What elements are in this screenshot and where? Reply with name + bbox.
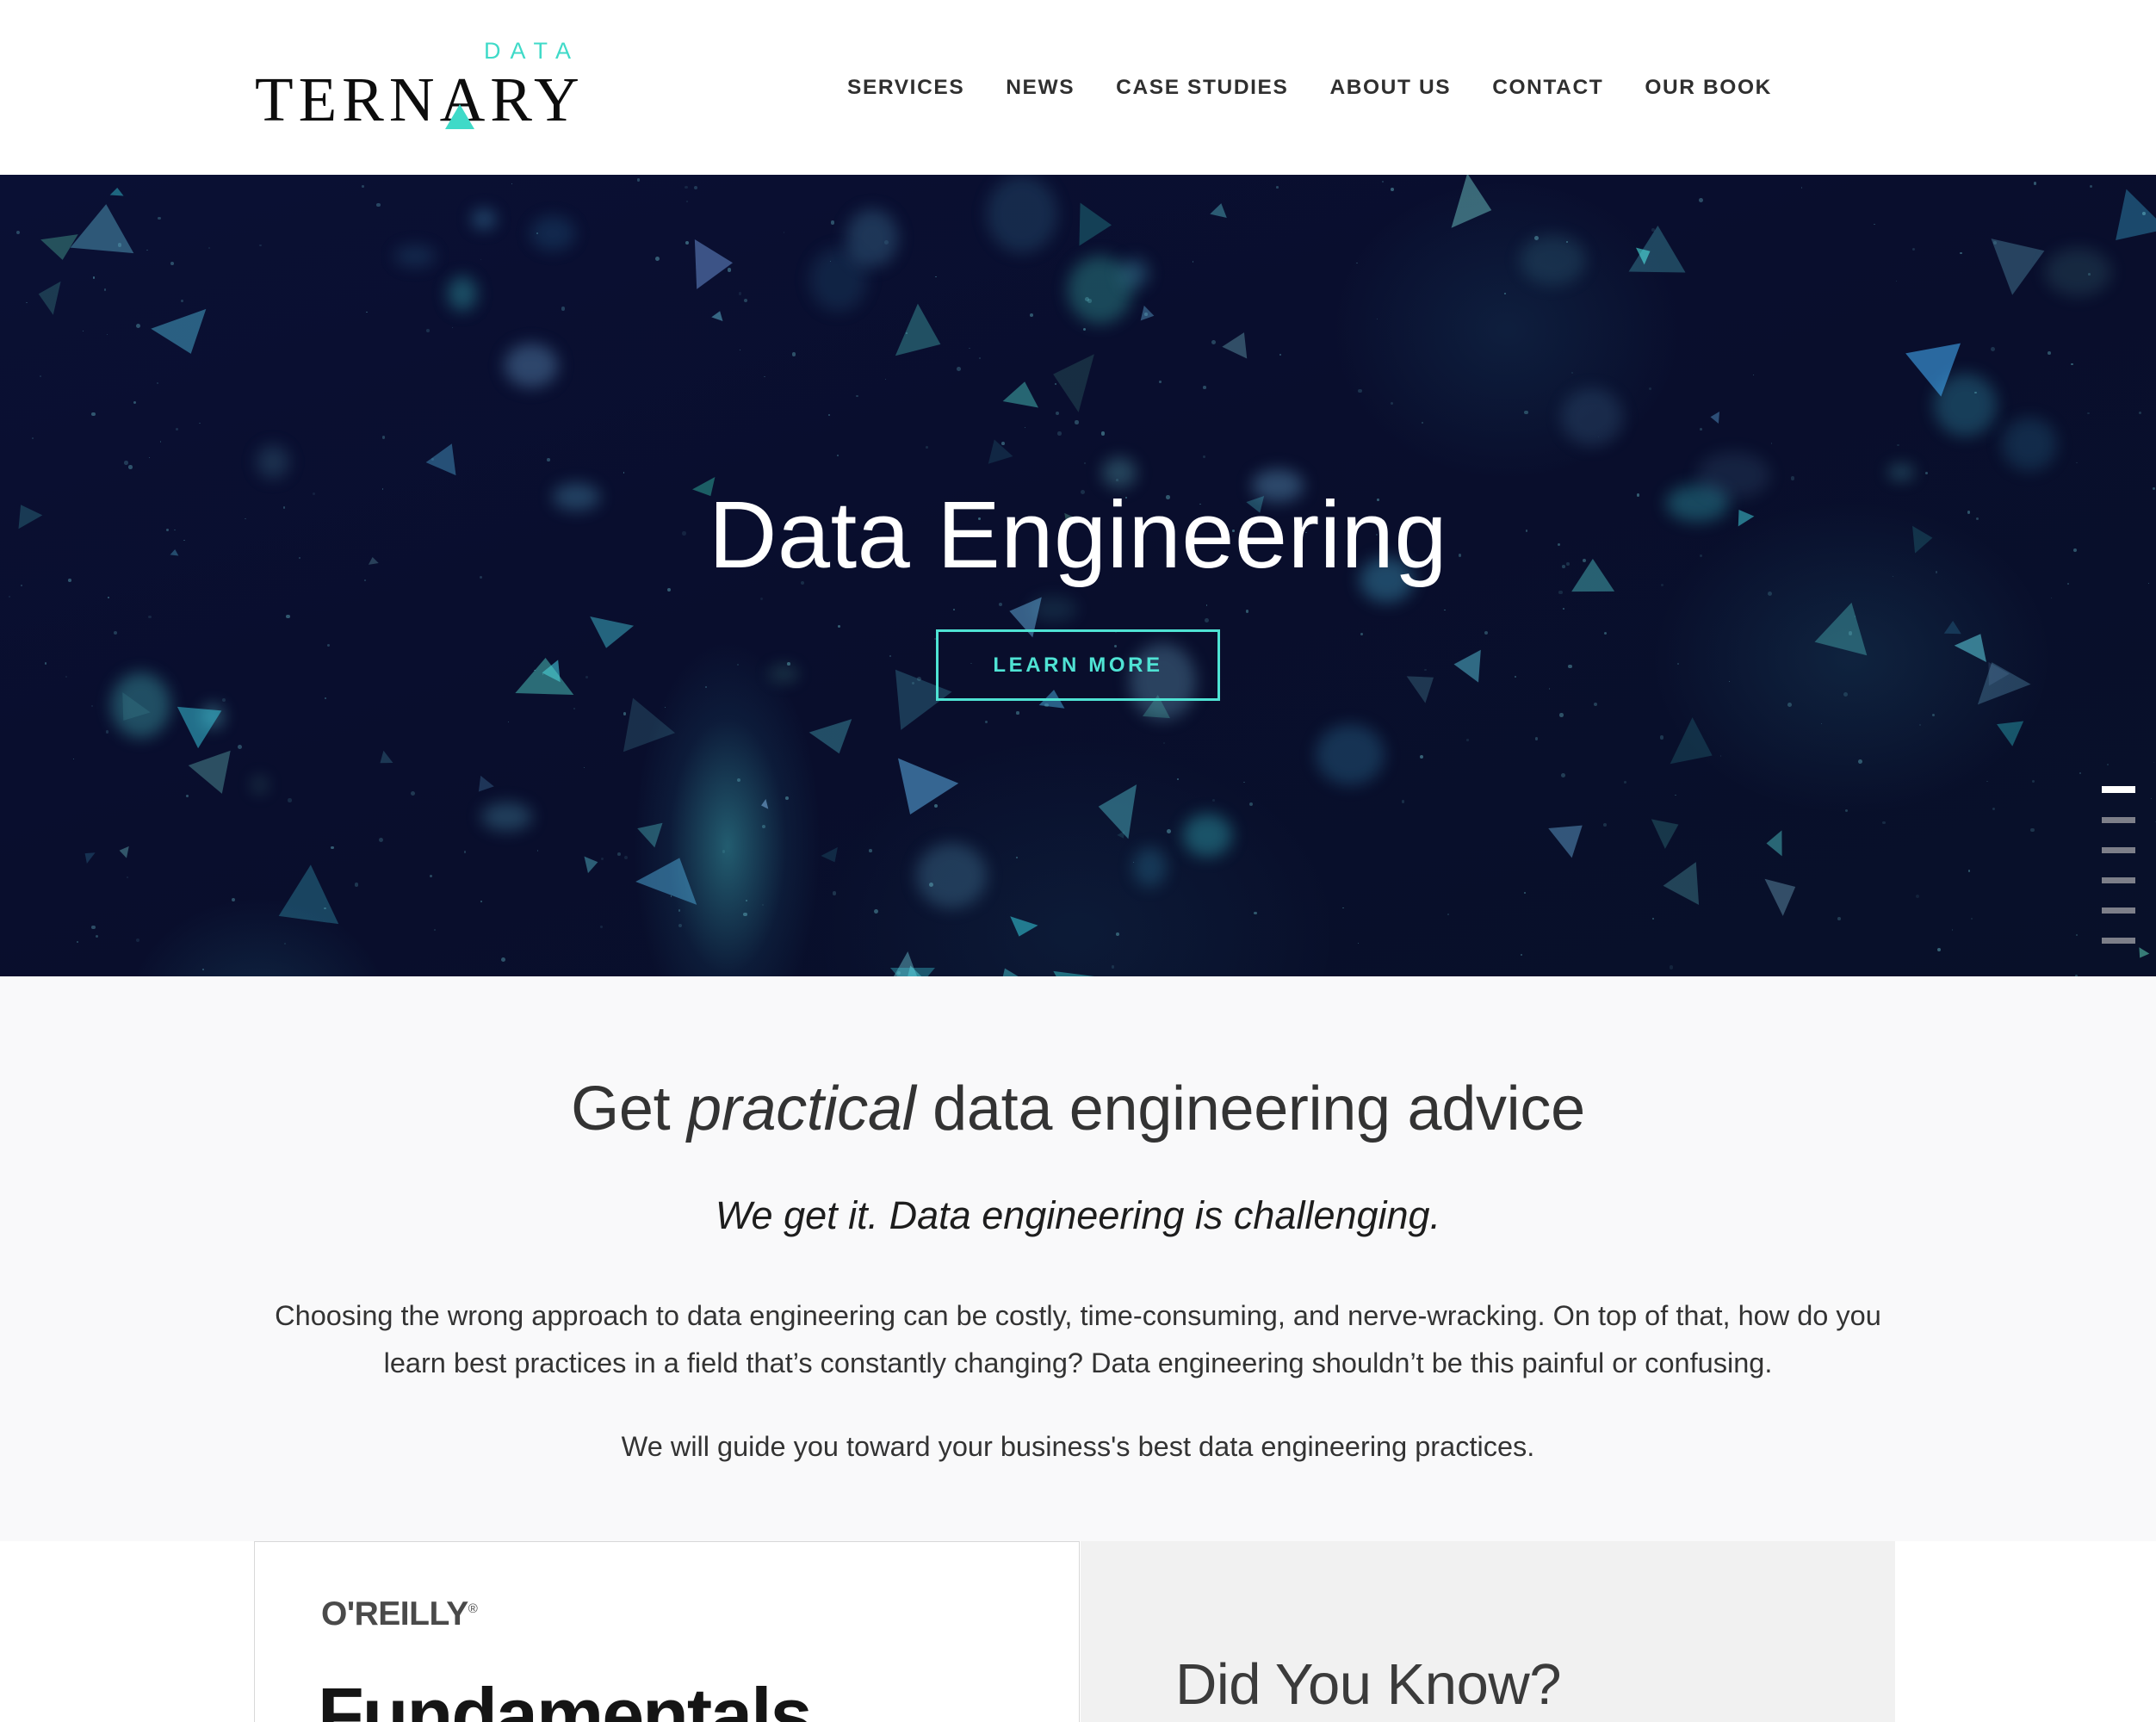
teal-triangle-icon — [445, 104, 474, 129]
slide-indicator-dash-1[interactable] — [2102, 786, 2135, 793]
oreilly-publisher-logo: O'REILLY® — [321, 1595, 478, 1633]
intro-paragraph-2: We will guide you toward your business's… — [621, 1431, 1535, 1462]
intro-heading-before: Get — [571, 1075, 688, 1143]
oreilly-wordmark: O'REILLY — [321, 1595, 468, 1632]
slide-indicator — [2102, 786, 2135, 944]
nav-item-about-us[interactable]: ABOUT US — [1309, 71, 1471, 105]
slide-indicator-dash-4[interactable] — [2102, 877, 2135, 883]
slide-indicator-dash-6[interactable] — [2102, 938, 2135, 944]
nav-item-case-studies[interactable]: CASE STUDIES — [1095, 71, 1309, 105]
logo-wordmark: TERNARY — [255, 64, 585, 136]
hero-banner: Data Engineering LEARN MORE — [0, 175, 2156, 976]
logo-wordmark-text: TERNARY — [255, 65, 585, 134]
logo-tagline: DATA — [483, 38, 580, 64]
book-title: Fundamentals — [318, 1672, 813, 1722]
intro-paragraph-1: Choosing the wrong approach to data engi… — [275, 1300, 1881, 1378]
hero-content: Data Engineering LEARN MORE — [0, 175, 2156, 976]
did-you-know-title: Did You Know? — [1175, 1652, 1561, 1717]
slide-indicator-dash-5[interactable] — [2102, 907, 2135, 914]
slide-indicator-dash-2[interactable] — [2102, 817, 2135, 823]
nav-item-our-book[interactable]: OUR BOOK — [1624, 71, 1793, 105]
nav-item-contact[interactable]: CONTACT — [1471, 71, 1624, 105]
nav-item-services[interactable]: SERVICES — [827, 71, 985, 105]
nav-item-news[interactable]: NEWS — [985, 71, 1095, 105]
intro-subheading: We get it. Data engineering is challengi… — [715, 1193, 1441, 1237]
intro-heading-emphasis: practical — [687, 1075, 916, 1143]
intro-section: Get practical data engineering advice We… — [0, 976, 2156, 1541]
site-header: DATA TERNARY SERVICES NEWS CASE STUDIES … — [0, 0, 2156, 175]
registered-trademark-icon: ® — [468, 1601, 478, 1616]
hero-title: Data Engineering — [708, 482, 1448, 588]
intro-heading-after: data engineering advice — [915, 1075, 1585, 1143]
site-logo[interactable]: DATA TERNARY — [255, 38, 585, 136]
did-you-know-panel: Did You Know? — [1081, 1541, 1895, 1722]
slide-indicator-dash-3[interactable] — [2102, 847, 2135, 853]
page-root: DATA TERNARY SERVICES NEWS CASE STUDIES … — [0, 0, 2156, 1722]
intro-heading: Get practical data engineering advice — [0, 1074, 2156, 1144]
main-navigation: SERVICES NEWS CASE STUDIES ABOUT US CONT… — [827, 71, 1793, 105]
learn-more-button[interactable]: LEARN MORE — [936, 629, 1220, 701]
book-cover-card[interactable]: O'REILLY® Fundamentals — [254, 1541, 1080, 1722]
